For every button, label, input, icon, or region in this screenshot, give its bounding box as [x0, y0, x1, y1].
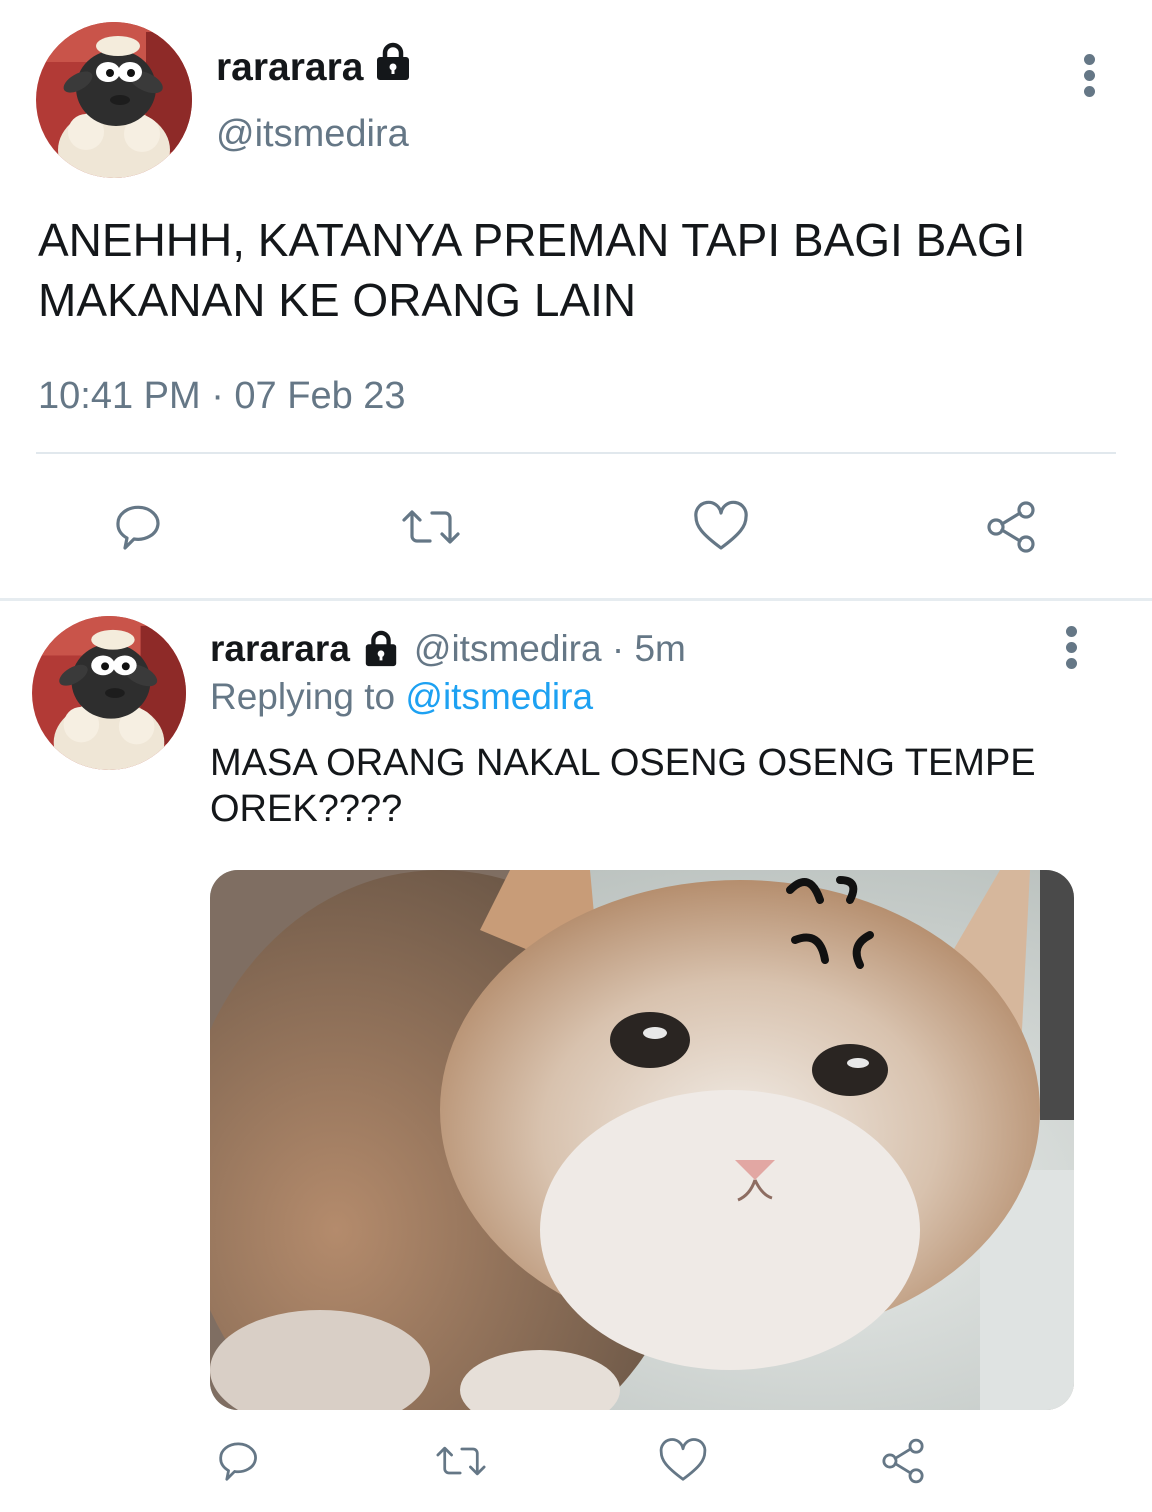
share-icon — [987, 501, 1035, 553]
tweet-timestamp[interactable]: 10:41 PM · 07 Feb 23 — [38, 372, 406, 420]
reply-button[interactable] — [106, 494, 172, 560]
more-vertical-icon[interactable] — [1060, 626, 1082, 670]
tweet-media-image[interactable] — [210, 870, 1074, 1410]
display-name: rararara — [210, 628, 350, 669]
share-icon — [882, 1438, 924, 1484]
reply-icon — [219, 1442, 257, 1481]
cat-photo — [210, 870, 1074, 1410]
reply-button[interactable] — [210, 1432, 268, 1490]
tweet-text: MASA ORANG NAKAL OSENG OSENG TEMPE OREK?… — [210, 742, 1036, 830]
share-button[interactable] — [874, 1432, 932, 1490]
lock-icon — [362, 630, 400, 668]
like-icon — [694, 500, 748, 550]
reply-icon — [116, 505, 160, 550]
display-name[interactable]: rararara — [216, 42, 413, 94]
retweet-icon — [402, 510, 460, 544]
replying-to: Replying to @itsmedira — [210, 674, 593, 720]
sheep-avatar-image — [36, 22, 192, 178]
handle-time: @itsmedira · 5m — [413, 628, 686, 669]
share-button[interactable] — [978, 494, 1044, 560]
lock-icon — [373, 42, 413, 94]
handle[interactable]: @itsmedira — [216, 110, 409, 158]
replying-to-mention[interactable]: @itsmedira — [405, 676, 593, 717]
reply-header[interactable]: rararara @itsmedira · 5m — [210, 626, 686, 672]
tweet-text: ANEHHH, KATANYA PREMAN TAPI BAGI BAGI MA… — [38, 214, 1026, 326]
retweet-button[interactable] — [430, 1432, 492, 1490]
sheep-avatar-image — [32, 616, 186, 770]
avatar[interactable] — [32, 616, 186, 770]
retweet-icon — [436, 1446, 486, 1476]
like-icon — [659, 1438, 707, 1481]
more-vertical-icon[interactable] — [1078, 54, 1100, 98]
like-button[interactable] — [688, 494, 754, 560]
retweet-button[interactable] — [396, 494, 466, 560]
divider — [36, 452, 1116, 454]
avatar[interactable] — [36, 22, 192, 178]
display-name-text: rararara — [216, 46, 364, 89]
like-button[interactable] — [654, 1432, 712, 1490]
divider — [0, 598, 1152, 601]
replying-to-label: Replying to — [210, 676, 396, 717]
